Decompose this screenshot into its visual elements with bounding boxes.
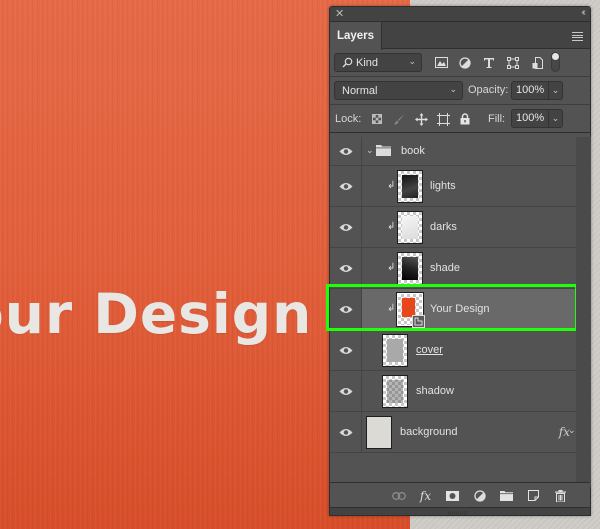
chevron-down-icon[interactable]: ⌄ xyxy=(568,425,576,436)
type-filter-icon[interactable] xyxy=(477,54,501,71)
canvas-design-text: our Design xyxy=(0,282,313,346)
lock-label: Lock: xyxy=(335,113,362,125)
layer-row-background[interactable]: background fx ⌄ xyxy=(330,412,576,453)
new-layer-icon[interactable] xyxy=(520,487,547,504)
layer-row-cover[interactable]: cover xyxy=(330,330,576,371)
fill-field[interactable]: 100% ⌄ xyxy=(511,109,563,128)
tab-layers[interactable]: Layers xyxy=(330,22,382,50)
blend-row: Normal ⌄ Opacity: 100% ⌄ xyxy=(330,77,590,105)
layer-name: cover xyxy=(416,344,443,356)
layer-row-darks[interactable]: ↲ darks xyxy=(330,207,576,248)
double-chevron-left-icon[interactable]: ‹‹ xyxy=(581,7,585,18)
layer-thumbnail xyxy=(382,334,408,367)
visibility-toggle[interactable] xyxy=(330,412,362,452)
panel-footer: fx xyxy=(330,482,590,507)
eye-icon xyxy=(339,264,352,272)
layer-thumbnail xyxy=(396,292,425,328)
chevron-down-icon[interactable]: ⌄ xyxy=(366,145,374,156)
chevron-down-icon[interactable]: ⌄ xyxy=(548,110,562,127)
layers-list: ⌄ book ↲ lights ↲ darks ↲ shade ↲ Your D… xyxy=(326,137,578,453)
visibility-toggle[interactable] xyxy=(330,137,362,165)
add-mask-icon[interactable] xyxy=(439,487,466,504)
adjustment-filter-icon[interactable] xyxy=(453,54,477,71)
clipping-arrow-icon: ↲ xyxy=(387,180,396,191)
visibility-toggle[interactable] xyxy=(330,207,362,247)
eye-icon xyxy=(339,223,352,231)
filter-kind-label: Kind xyxy=(356,56,379,69)
link-layers-icon[interactable] xyxy=(385,487,412,504)
add-style-icon[interactable]: fx xyxy=(412,487,439,504)
visibility-toggle[interactable] xyxy=(330,166,362,206)
blend-mode-value: Normal xyxy=(342,84,378,97)
fill-label: Fill: xyxy=(488,113,506,125)
layer-name: darks xyxy=(430,221,457,233)
search-icon xyxy=(342,57,353,68)
opacity-value[interactable]: 100% xyxy=(512,82,548,99)
layer-row-your-design[interactable]: ↲ Your Design xyxy=(330,289,576,330)
layer-thumbnail xyxy=(382,375,408,408)
visibility-toggle[interactable] xyxy=(330,330,362,370)
eye-icon xyxy=(339,305,352,313)
layer-thumbnail xyxy=(366,416,392,449)
new-group-icon[interactable] xyxy=(493,487,520,504)
clipping-arrow-icon: ↲ xyxy=(387,262,396,273)
eye-icon xyxy=(339,346,352,354)
eye-icon xyxy=(339,182,352,190)
layer-name: shadow xyxy=(416,385,454,397)
lock-artboard-icon[interactable] xyxy=(432,111,454,127)
eye-icon xyxy=(339,387,352,395)
layers-scrollbar[interactable] xyxy=(576,137,591,487)
smart-object-badge-icon xyxy=(412,315,425,328)
eye-icon xyxy=(339,147,352,155)
layer-row-book[interactable]: ⌄ book xyxy=(330,137,576,166)
folder-icon xyxy=(376,145,391,156)
opacity-field[interactable]: 100% ⌄ xyxy=(511,81,563,100)
visibility-toggle[interactable] xyxy=(330,248,362,288)
close-icon[interactable]: ✕ xyxy=(335,8,344,20)
layer-name: background xyxy=(400,426,458,438)
fill-value[interactable]: 100% xyxy=(512,110,548,127)
opacity-label: Opacity: xyxy=(468,84,509,96)
layer-thumbnail xyxy=(397,252,423,285)
panel-tabbar: Layers xyxy=(330,22,590,50)
lock-position-icon[interactable] xyxy=(410,111,432,127)
hamburger-menu-icon[interactable] xyxy=(572,32,583,41)
layer-name: shade xyxy=(430,262,460,274)
new-adjustment-icon[interactable] xyxy=(466,487,493,504)
visibility-toggle[interactable] xyxy=(330,289,362,329)
smart-object-filter-icon[interactable] xyxy=(525,54,549,71)
panel-titlebar[interactable]: ✕ ‹‹ xyxy=(330,7,590,22)
layer-name: lights xyxy=(430,180,456,192)
clipping-arrow-icon: ↲ xyxy=(387,221,396,232)
chevron-down-icon[interactable]: ⌄ xyxy=(548,82,562,99)
layer-name: book xyxy=(401,145,425,157)
lock-all-icon[interactable] xyxy=(454,111,476,127)
layer-name: Your Design xyxy=(430,303,490,315)
lock-row: Lock: Fill: 100% ⌄ xyxy=(330,105,590,133)
layer-thumbnail xyxy=(397,211,423,244)
chevron-down-icon: ⌄ xyxy=(449,84,457,94)
eye-icon xyxy=(339,428,352,436)
lock-image-icon[interactable] xyxy=(388,111,410,127)
layer-row-shade[interactable]: ↲ shade xyxy=(330,248,576,289)
clipping-arrow-icon: ↲ xyxy=(387,303,396,314)
filter-kind-select[interactable]: Kind ⌄ xyxy=(334,53,422,72)
filter-row: Kind ⌄ xyxy=(330,49,590,77)
lock-transparent-icon[interactable] xyxy=(366,111,388,127)
layer-row-lights[interactable]: ↲ lights xyxy=(330,166,576,207)
delete-layer-icon[interactable] xyxy=(547,487,574,504)
layer-thumbnail xyxy=(397,170,423,203)
visibility-toggle[interactable] xyxy=(330,371,362,411)
pixel-filter-icon[interactable] xyxy=(429,54,453,71)
blend-mode-select[interactable]: Normal ⌄ xyxy=(334,81,463,100)
resize-grip-icon[interactable] xyxy=(448,511,468,515)
panel-resize-bar[interactable] xyxy=(330,507,590,515)
layers-panel: ✕ ‹‹ Layers Kind ⌄ Normal ⌄ Opacity: 100… xyxy=(326,6,591,516)
layer-row-shadow[interactable]: shadow xyxy=(330,371,576,412)
shape-filter-icon[interactable] xyxy=(501,54,525,71)
filter-toggle-switch[interactable] xyxy=(551,52,560,72)
chevron-down-icon: ⌄ xyxy=(408,56,416,66)
